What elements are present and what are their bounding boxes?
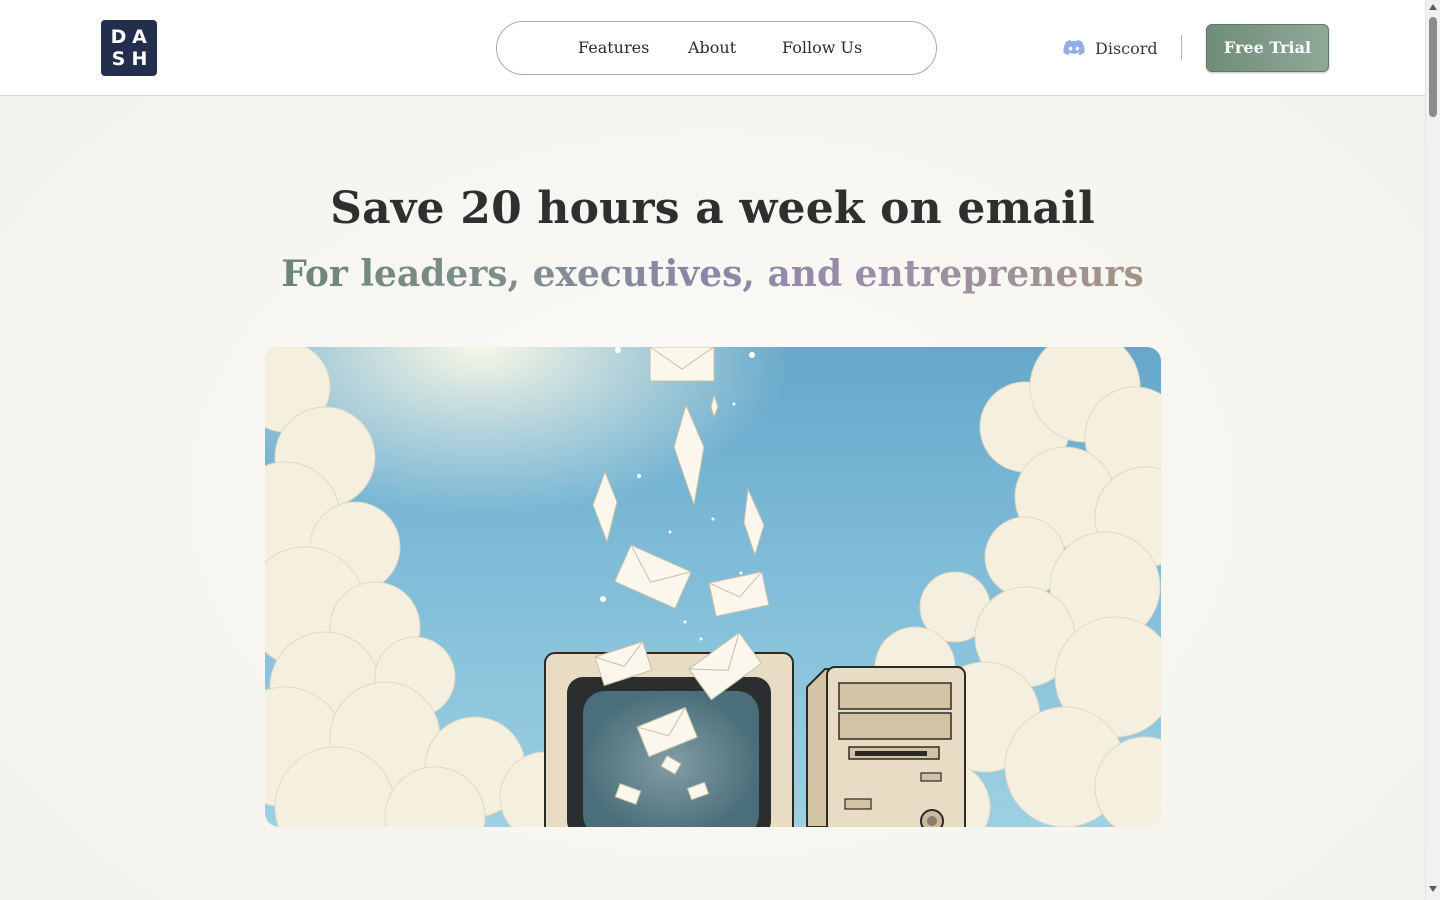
hero-illustration <box>265 347 1161 827</box>
page-scrollbar[interactable] <box>1425 0 1440 900</box>
nav-features-link[interactable]: Features <box>578 38 649 57</box>
hero-subtitle: For leaders, executives, and entrepreneu… <box>0 253 1425 295</box>
site-header: D A S H Features About Follow Us Discord… <box>0 0 1425 96</box>
discord-icon <box>1063 40 1085 56</box>
scroll-up-arrow-icon[interactable] <box>1429 4 1437 10</box>
logo-letter: A <box>132 26 147 48</box>
logo-letter: D <box>110 26 127 48</box>
discord-label: Discord <box>1095 38 1158 58</box>
scroll-thumb[interactable] <box>1429 17 1437 117</box>
nav-follow-us-link[interactable]: Follow Us <box>782 38 862 57</box>
hero-title: Save 20 hours a week on email <box>330 183 1095 234</box>
retro-computer-envelopes-illustration <box>265 347 1161 827</box>
main-nav: Features About Follow Us <box>496 21 937 75</box>
free-trial-button[interactable]: Free Trial <box>1206 24 1329 72</box>
logo-letter: H <box>131 48 148 70</box>
discord-link[interactable]: Discord <box>1062 35 1158 61</box>
scroll-down-arrow-icon[interactable] <box>1429 886 1437 892</box>
hero-subtitle-text: For leaders, executives, and entrepreneu… <box>281 253 1144 295</box>
header-divider <box>1181 35 1182 60</box>
nav-about-link[interactable]: About <box>688 38 736 57</box>
logo-letter: S <box>111 48 126 70</box>
dash-logo[interactable]: D A S H <box>101 20 157 76</box>
page: D A S H Features About Follow Us Discord… <box>0 0 1425 900</box>
